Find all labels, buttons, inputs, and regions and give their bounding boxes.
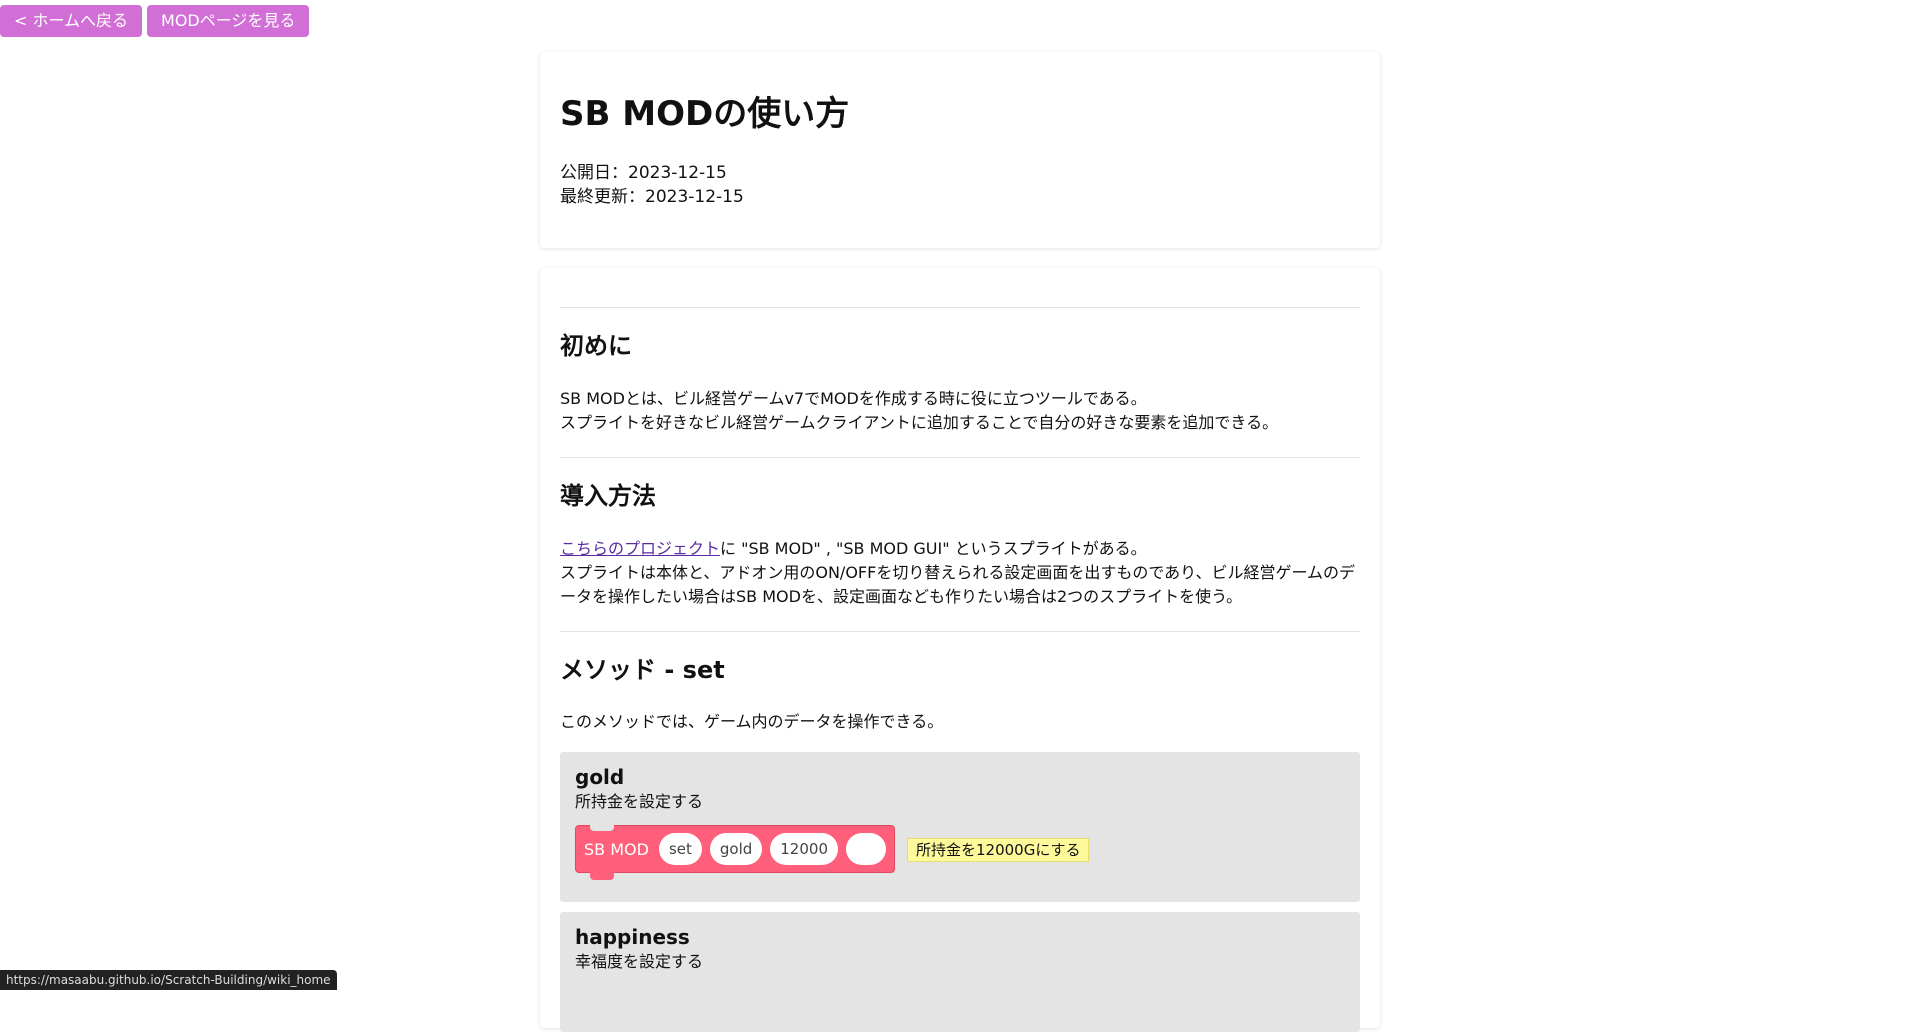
scratch-example: SB MOD set gold 12000 所持金を12000Gにする xyxy=(575,822,1345,882)
block-comment: 所持金を12000Gにする xyxy=(906,838,1090,863)
divider xyxy=(560,630,1360,632)
intro-heading: 初めに xyxy=(560,332,632,360)
home-button[interactable]: < ホームへ戻る xyxy=(0,5,143,37)
sb-mod-block-label: SB MOD xyxy=(584,839,649,859)
gold-description: 所持金を設定する xyxy=(575,792,704,812)
method-set-heading: メソッド - set xyxy=(560,655,725,684)
gold-title: gold xyxy=(575,765,625,790)
gold-block: gold 所持金を設定する SB MOD set gold 12000 所持金を… xyxy=(560,752,1360,903)
block-arg-gold[interactable]: gold xyxy=(709,833,763,866)
method-set-description: このメソッドでは、ゲーム内のデータを操作できる。 xyxy=(560,712,944,732)
project-link[interactable]: こちらのプロジェクト xyxy=(560,539,720,558)
happiness-block: happiness 幸福度を設定する xyxy=(560,912,1360,1032)
intro-text: SB MODとは、ビル経営ゲームv7でMODを作成する時に役に立つツールである。… xyxy=(560,387,1360,435)
block-arg-empty[interactable] xyxy=(845,833,886,866)
intro-line-1: SB MODとは、ビル経営ゲームv7でMODを作成する時に役に立つツールである。 xyxy=(560,388,1147,408)
block-arg-value[interactable]: 12000 xyxy=(770,833,838,866)
content-card: 初めに SB MODとは、ビル経営ゲームv7でMODを作成する時に役に立つツール… xyxy=(540,268,1380,1032)
happiness-description: 幸福度を設定する xyxy=(575,952,704,972)
mod-page-button[interactable]: MODページを見る xyxy=(147,5,310,37)
updated-date: 最終更新：2023-12-15 xyxy=(560,187,744,208)
happiness-title: happiness xyxy=(575,925,690,950)
intro-line-2: スプライトを好きなビル経営ゲームクライアントに追加することで自分の好きな要素を追… xyxy=(560,412,1279,432)
block-arg-set[interactable]: set xyxy=(658,833,702,866)
page-title: SB MODの使い方 xyxy=(560,94,850,134)
top-nav: < ホームへ戻る MODページを見る xyxy=(0,5,310,37)
divider xyxy=(560,456,1360,458)
install-text: こちらのプロジェクトに "SB MOD" , "SB MOD GUI" というス… xyxy=(560,537,1360,609)
published-date: 公開日：2023-12-15 xyxy=(560,163,727,184)
status-url: https://masaabu.github.io/Scratch-Buildi… xyxy=(0,970,337,990)
header-card: SB MODの使い方 公開日：2023-12-15 最終更新：2023-12-1… xyxy=(540,52,1380,248)
install-line-1: こちらのプロジェクトに "SB MOD" , "SB MOD GUI" というス… xyxy=(560,537,1360,561)
install-line-2: スプライトは本体と、アドオン用のON/OFFを切り替えられる設定画面を出すもので… xyxy=(560,562,1356,606)
install-line-1-rest: に "SB MOD" , "SB MOD GUI" というスプライトがある。 xyxy=(720,538,1147,558)
sb-mod-block[interactable]: SB MOD set gold 12000 xyxy=(575,825,895,881)
divider xyxy=(560,307,1360,308)
install-heading: 導入方法 xyxy=(560,481,656,510)
